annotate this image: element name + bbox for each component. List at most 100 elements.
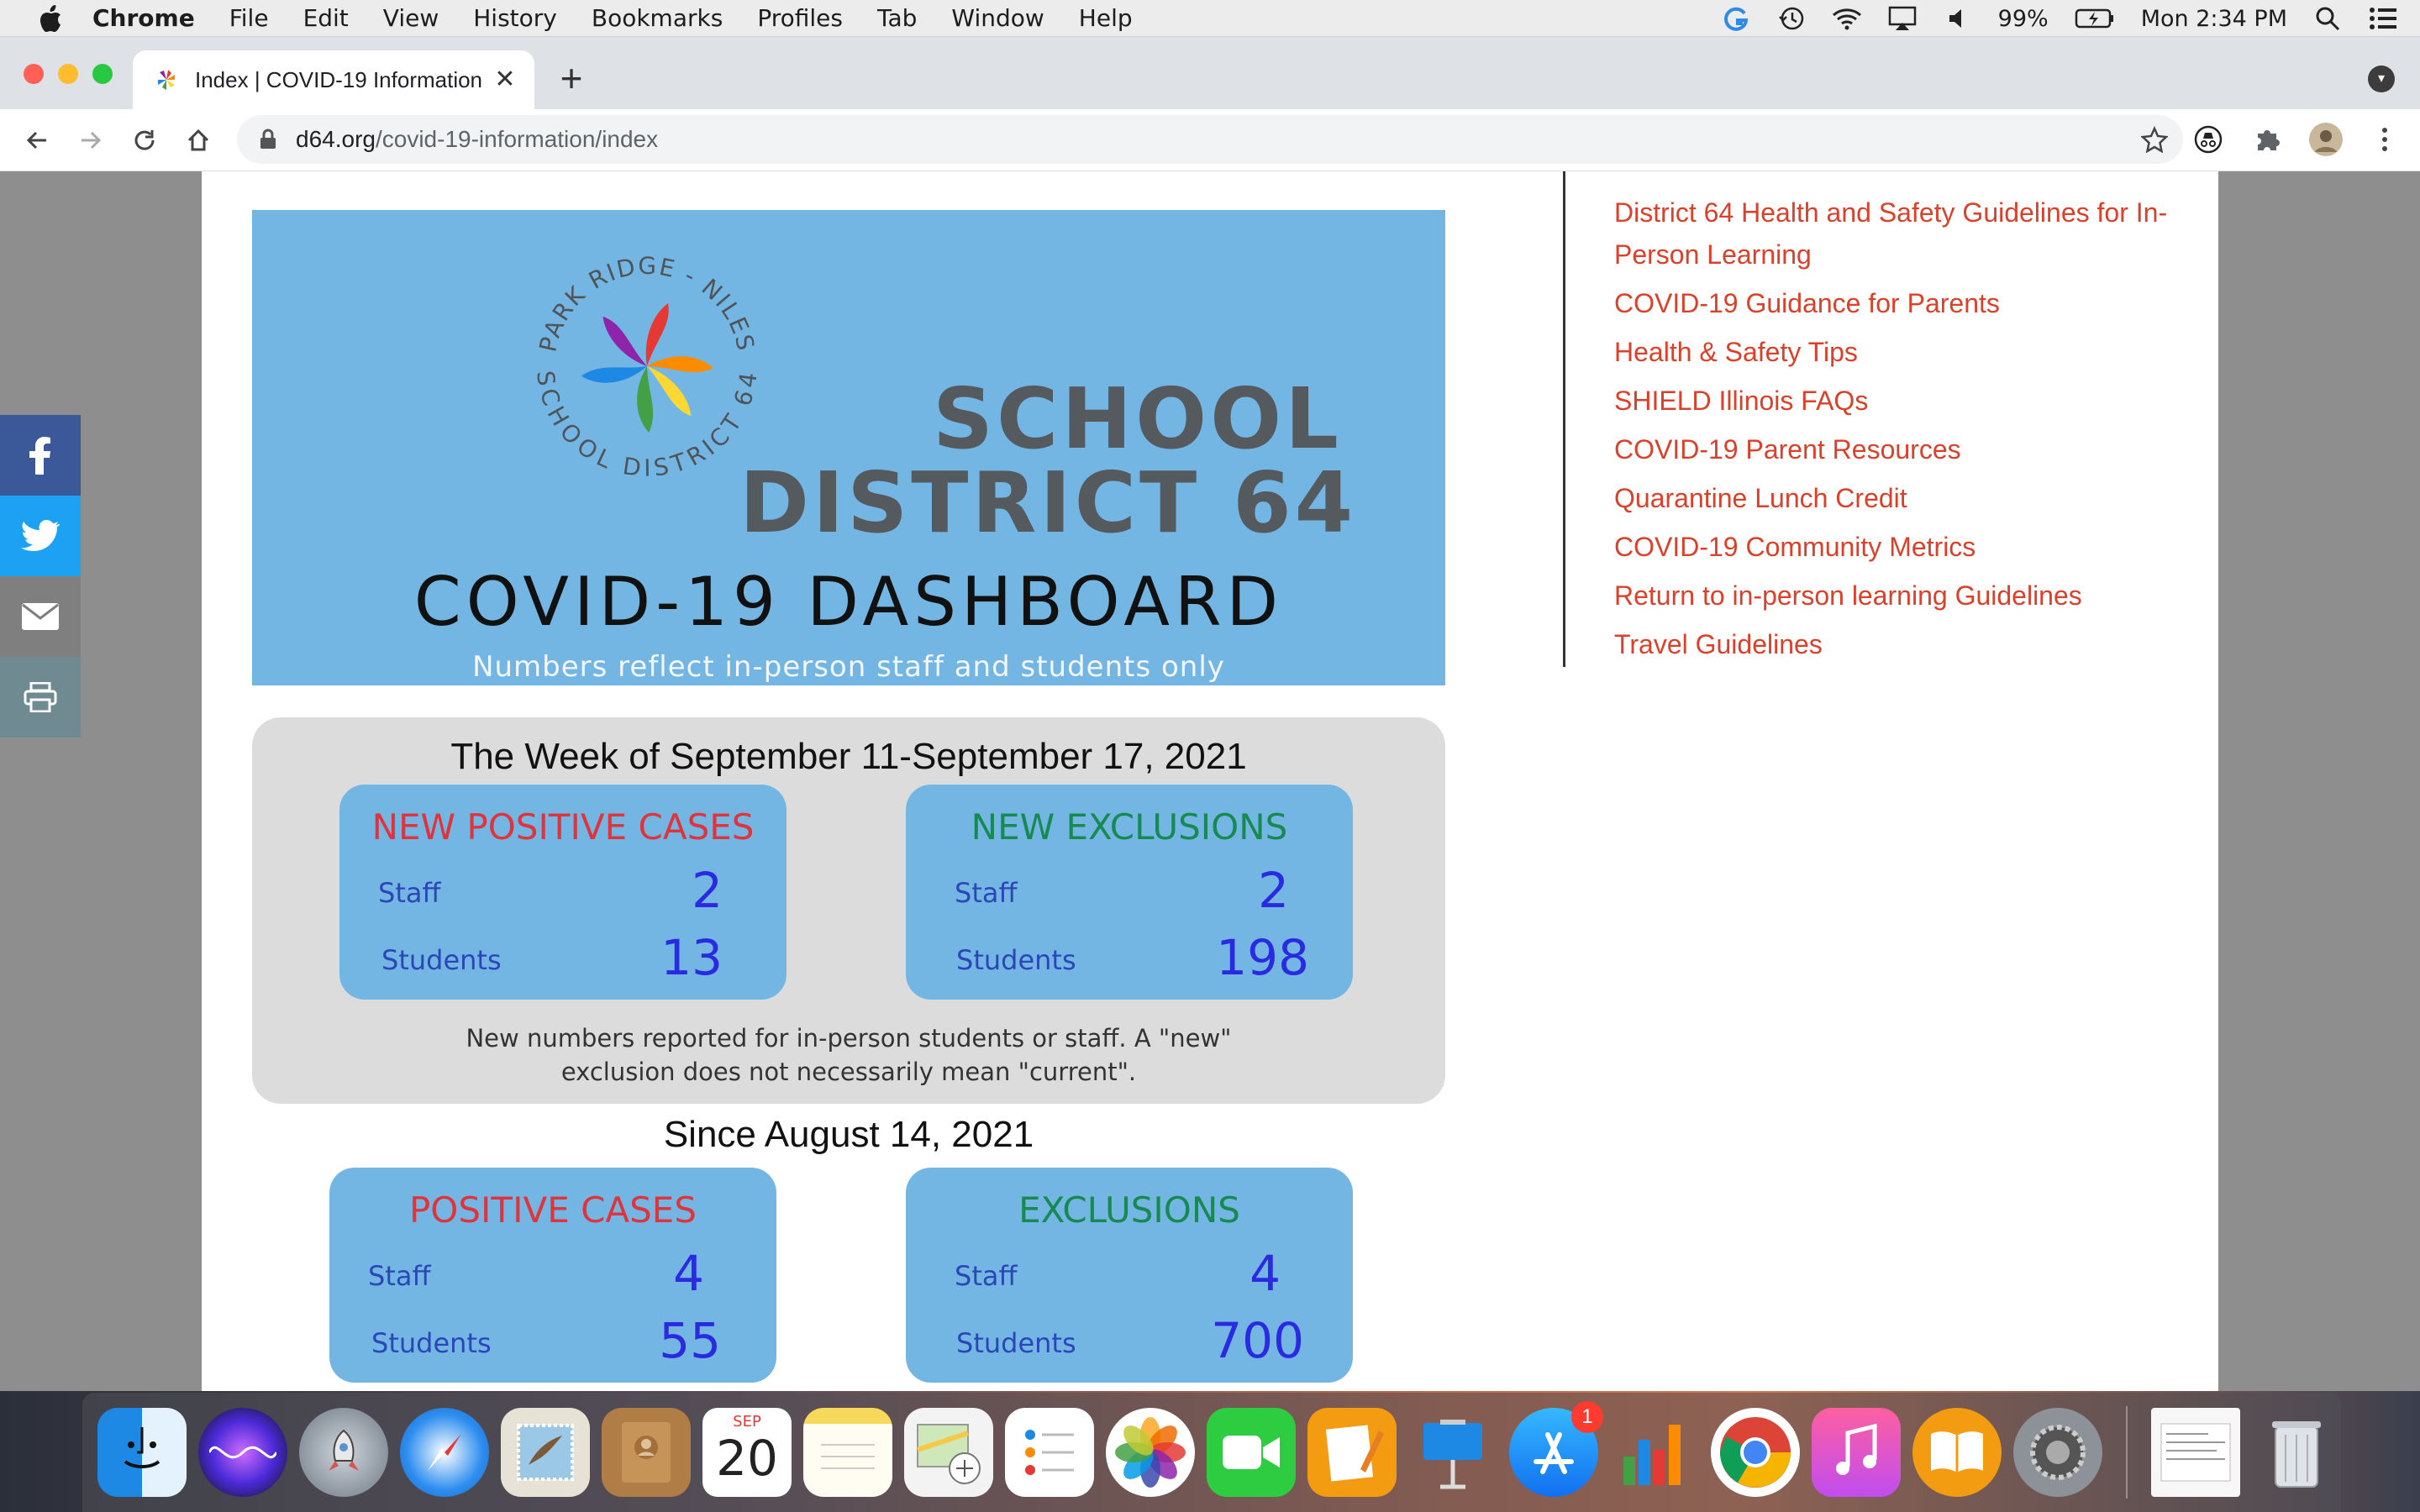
recent-document-icon[interactable] bbox=[2151, 1408, 2240, 1497]
print-icon[interactable] bbox=[0, 657, 81, 738]
close-tab-icon[interactable]: ✕ bbox=[491, 66, 519, 94]
keynote-icon[interactable] bbox=[1408, 1408, 1497, 1497]
apple-menu-icon[interactable] bbox=[34, 2, 67, 35]
tab-search-icon[interactable]: ▾ bbox=[2368, 66, 2395, 92]
menu-help[interactable]: Help bbox=[1079, 4, 1133, 32]
battery-icon[interactable] bbox=[2074, 3, 2116, 34]
macos-dock: SEP 20 1 bbox=[82, 1393, 2341, 1512]
calendar-icon[interactable]: SEP 20 bbox=[702, 1408, 792, 1497]
new-positive-cases-card: NEW POSITIVE CASES Staff 2 Students 13 bbox=[339, 785, 786, 1000]
back-icon[interactable] bbox=[20, 123, 54, 157]
finder-icon[interactable] bbox=[97, 1408, 187, 1497]
students-value: 55 bbox=[659, 1312, 721, 1369]
menu-edit[interactable]: Edit bbox=[303, 4, 349, 32]
menu-history[interactable]: History bbox=[473, 4, 557, 32]
students-value: 198 bbox=[1216, 929, 1309, 986]
notes-icon[interactable] bbox=[803, 1408, 892, 1497]
pages-icon[interactable] bbox=[1307, 1408, 1397, 1497]
menu-tab[interactable]: Tab bbox=[877, 4, 917, 32]
zoom-window-button[interactable] bbox=[92, 64, 113, 84]
banner-district-text: DISTRICT 64 bbox=[739, 454, 1357, 552]
active-tab[interactable]: Index | COVID-19 Information ✕ bbox=[133, 50, 534, 109]
reload-icon[interactable] bbox=[128, 123, 161, 157]
weekly-stats-panel: The Week of September 11-September 17, 2… bbox=[252, 717, 1445, 1104]
siri-icon[interactable] bbox=[198, 1408, 287, 1497]
sidebar-link-community-metrics[interactable]: COVID-19 Community Metrics bbox=[1614, 526, 2186, 568]
twitter-icon[interactable] bbox=[0, 496, 81, 576]
extensions-puzzle-icon[interactable] bbox=[2249, 121, 2286, 158]
bookmark-star-icon[interactable] bbox=[2141, 126, 2168, 153]
macos-menu-bar: Chrome File Edit View History Bookmarks … bbox=[0, 0, 2420, 37]
sidebar-link-return-guidelines[interactable]: Return to in-person learning Guidelines bbox=[1614, 575, 2186, 617]
chrome-menu-icon[interactable] bbox=[2366, 121, 2403, 158]
notification-center-icon[interactable] bbox=[2368, 3, 2398, 34]
lock-icon[interactable] bbox=[257, 129, 279, 150]
menu-file[interactable]: File bbox=[229, 4, 269, 32]
extension-spy-icon[interactable] bbox=[2190, 121, 2227, 158]
menu-profiles[interactable]: Profiles bbox=[757, 4, 843, 32]
sidebar-link-quarantine-lunch[interactable]: Quarantine Lunch Credit bbox=[1614, 477, 2186, 519]
staff-label: Staff bbox=[955, 877, 1018, 909]
dashboard-banner: PARK RIDGE - NILES SCHOOL DISTRICT 64 SC… bbox=[252, 210, 1445, 685]
staff-value: 2 bbox=[692, 862, 723, 919]
staff-value: 4 bbox=[1249, 1245, 1281, 1302]
wifi-icon[interactable] bbox=[1832, 3, 1862, 34]
safari-icon[interactable] bbox=[400, 1408, 489, 1497]
sidebar-link-guidance-parents[interactable]: COVID-19 Guidance for Parents bbox=[1614, 282, 2186, 324]
menu-window[interactable]: Window bbox=[951, 4, 1044, 32]
time-machine-icon[interactable] bbox=[1776, 3, 1807, 34]
close-window-button[interactable] bbox=[24, 64, 44, 84]
forward-icon[interactable] bbox=[74, 123, 108, 157]
minimize-window-button[interactable] bbox=[58, 64, 78, 84]
facetime-icon[interactable] bbox=[1207, 1408, 1296, 1497]
sidebar-link-health-safety-guidelines[interactable]: District 64 Health and Safety Guidelines… bbox=[1614, 192, 2186, 276]
airplay-icon[interactable] bbox=[1887, 3, 1918, 34]
home-icon[interactable] bbox=[182, 123, 215, 157]
sidebar-link-travel-guidelines[interactable]: Travel Guidelines bbox=[1614, 623, 2186, 665]
grammarly-icon[interactable] bbox=[1721, 3, 1751, 34]
students-value: 13 bbox=[660, 929, 723, 986]
week-title: The Week of September 11-September 17, 2… bbox=[450, 736, 1247, 777]
launchpad-icon[interactable] bbox=[299, 1408, 388, 1497]
week-footnote: New numbers reported for in-person stude… bbox=[252, 1021, 1445, 1089]
page-viewport: PARK RIDGE - NILES SCHOOL DISTRICT 64 SC… bbox=[0, 171, 2420, 1391]
exclusions-card: EXCLUSIONS Staff 4 Students 700 bbox=[906, 1168, 1353, 1383]
reminders-icon[interactable] bbox=[1005, 1408, 1094, 1497]
logo-ring-top-text: PARK RIDGE - NILES bbox=[534, 252, 760, 354]
volume-icon[interactable] bbox=[1943, 3, 1973, 34]
maps-icon[interactable] bbox=[904, 1408, 993, 1497]
contacts-icon[interactable] bbox=[602, 1408, 691, 1497]
sidebar-divider bbox=[1563, 171, 1565, 667]
system-preferences-icon[interactable] bbox=[2013, 1408, 2102, 1497]
chrome-icon[interactable] bbox=[1711, 1408, 1800, 1497]
app-store-icon[interactable]: 1 bbox=[1509, 1401, 1603, 1497]
spotlight-search-icon[interactable] bbox=[2312, 3, 2343, 34]
new-tab-button[interactable]: + bbox=[555, 59, 588, 97]
sidebar-link-parent-resources[interactable]: COVID-19 Parent Resources bbox=[1614, 428, 2186, 470]
district-logo: PARK RIDGE - NILES SCHOOL DISTRICT 64 bbox=[531, 252, 761, 482]
email-icon[interactable] bbox=[0, 576, 81, 657]
site-favicon-icon bbox=[158, 70, 175, 90]
photos-icon[interactable] bbox=[1106, 1408, 1195, 1497]
staff-value: 4 bbox=[673, 1245, 704, 1302]
menubar-clock[interactable]: Mon 2:34 PM bbox=[2141, 6, 2287, 32]
menu-bookmarks[interactable]: Bookmarks bbox=[592, 4, 723, 32]
students-label: Students bbox=[371, 1327, 492, 1359]
menu-app-name[interactable]: Chrome bbox=[92, 4, 195, 32]
address-bar[interactable]: d64.org/covid-19-information/index bbox=[237, 115, 2183, 164]
chrome-tab-strip: Index | COVID-19 Information ✕ + ▾ bbox=[0, 37, 2420, 109]
sidebar-link-shield-faqs[interactable]: SHIELD Illinois FAQs bbox=[1614, 380, 2186, 422]
numbers-icon[interactable] bbox=[1610, 1408, 1699, 1497]
profile-avatar[interactable] bbox=[2307, 121, 2344, 158]
itunes-icon[interactable] bbox=[1812, 1408, 1901, 1497]
menu-view[interactable]: View bbox=[383, 4, 439, 32]
card-title: NEW EXCLUSIONS bbox=[971, 806, 1288, 848]
trash-icon[interactable] bbox=[2252, 1408, 2341, 1497]
facebook-icon[interactable] bbox=[0, 415, 81, 496]
since-title: Since August 14, 2021 bbox=[663, 1114, 1034, 1155]
mail-stamp-icon[interactable] bbox=[501, 1408, 590, 1497]
tab-title: Index | COVID-19 Information bbox=[195, 66, 483, 92]
books-icon[interactable] bbox=[1912, 1408, 2002, 1497]
window-controls bbox=[24, 64, 113, 84]
sidebar-link-health-tips[interactable]: Health & Safety Tips bbox=[1614, 331, 2186, 373]
